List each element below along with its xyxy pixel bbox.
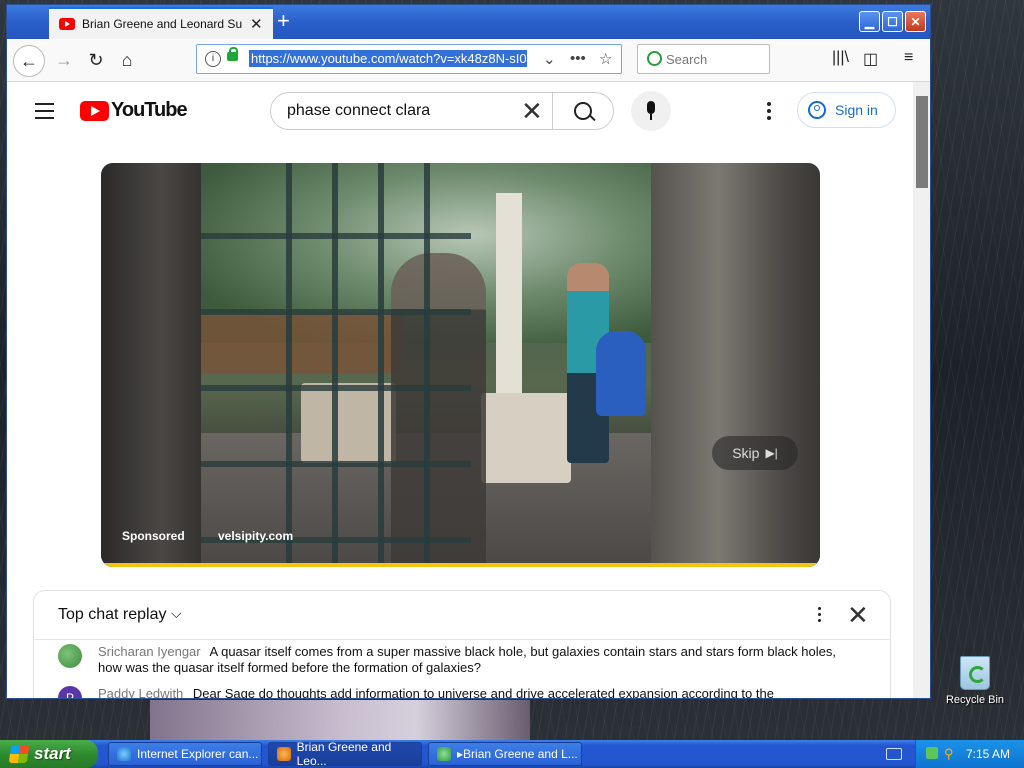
sponsored-label: Sponsored bbox=[122, 529, 185, 543]
new-tab-button[interactable]: + bbox=[277, 10, 290, 32]
tab-title: Brian Greene and Leonard Susskind bbox=[82, 17, 242, 31]
video-scene-curtain bbox=[101, 163, 201, 567]
start-label: start bbox=[34, 744, 71, 763]
guide-menu-icon[interactable] bbox=[35, 103, 54, 124]
close-window-button[interactable]: ✕ bbox=[905, 11, 926, 32]
chat-text: Dear Sage do thoughts add information to… bbox=[192, 686, 774, 698]
menu-icon[interactable]: ≡ bbox=[904, 49, 913, 67]
youtube-favicon-icon bbox=[59, 18, 75, 30]
avatar[interactable]: P bbox=[58, 686, 82, 698]
youtube-search-bar[interactable]: phase connect clara ✕ bbox=[270, 92, 614, 130]
bookmark-star-icon[interactable]: ☆ bbox=[599, 50, 612, 68]
start-button[interactable]: start bbox=[0, 740, 98, 768]
account-icon bbox=[808, 101, 826, 119]
video-scene-chair bbox=[481, 393, 571, 483]
video-scene-curtain bbox=[651, 163, 820, 567]
search-tray-icon[interactable]: ⚲ bbox=[944, 746, 954, 762]
windows-logo-icon bbox=[8, 745, 30, 763]
system-tray: ⚲ 7:15 AM bbox=[915, 740, 1024, 768]
chat-header: Top chat replay ⌵ ✕ bbox=[34, 591, 890, 640]
youtube-play-icon bbox=[80, 100, 109, 121]
avatar[interactable] bbox=[58, 644, 82, 668]
firefox-icon bbox=[277, 747, 291, 761]
video-progress-bar[interactable] bbox=[101, 563, 820, 567]
youtube-page: YouTube phase connect clara ✕ Sign in Sk… bbox=[7, 82, 913, 698]
home-button[interactable]: ⌂ bbox=[112, 45, 142, 75]
chat-author[interactable]: Paddy Ledwith bbox=[98, 686, 183, 698]
page-actions-icon[interactable]: ••• bbox=[570, 50, 586, 67]
maximize-button[interactable]: ☐ bbox=[882, 11, 903, 32]
chat-author[interactable]: Sricharan Iyengar bbox=[98, 644, 201, 659]
library-icon[interactable]: |||\ bbox=[832, 49, 849, 67]
search-placeholder: Search bbox=[666, 52, 708, 67]
video-scene-door-frame bbox=[201, 163, 471, 567]
search-icon bbox=[647, 51, 662, 66]
voice-search-icon[interactable] bbox=[631, 91, 671, 131]
taskbar-item[interactable]: ▸Brian Greene and L... bbox=[428, 742, 582, 766]
skip-label: Skip bbox=[732, 445, 760, 461]
lock-icon bbox=[227, 47, 238, 61]
video-scene-grill bbox=[596, 331, 646, 416]
skip-icon: ▶| bbox=[765, 446, 778, 460]
taskbar-item-label: Internet Explorer can... bbox=[137, 747, 259, 761]
browser-search-box[interactable]: Search bbox=[637, 44, 770, 74]
search-button-icon[interactable] bbox=[574, 102, 592, 120]
scrollbar-thumb[interactable] bbox=[916, 96, 928, 188]
clock[interactable]: 7:15 AM bbox=[966, 747, 1010, 761]
minimize-button[interactable]: ▁ bbox=[859, 11, 880, 32]
keyboard-icon[interactable] bbox=[886, 748, 902, 760]
address-bar[interactable]: i https://www.youtube.com/watch?v=xk48z8… bbox=[196, 44, 622, 74]
ad-url-link[interactable]: velsipity.com bbox=[218, 529, 293, 543]
reload-button[interactable]: ↻ bbox=[81, 45, 111, 75]
skip-ad-button[interactable]: Skip ▶| bbox=[712, 436, 798, 470]
back-button[interactable]: ← bbox=[13, 45, 45, 77]
chevron-down-icon[interactable]: ⌵ bbox=[171, 605, 182, 622]
site-info-icon[interactable]: i bbox=[205, 51, 221, 67]
youtube-wordmark: YouTube bbox=[111, 99, 188, 121]
tab-close-icon[interactable]: ✕ bbox=[250, 15, 263, 33]
sidebar-icon[interactable]: ◫ bbox=[863, 49, 878, 69]
sign-in-button[interactable]: Sign in bbox=[797, 92, 896, 128]
window-controls: ▁ ☐ ✕ bbox=[859, 11, 926, 32]
recycle-bin-icon bbox=[960, 656, 990, 690]
chat-message: Sricharan Iyengar A quasar itself comes … bbox=[58, 644, 838, 676]
chat-title[interactable]: Top chat replay bbox=[58, 606, 167, 624]
chat-close-icon[interactable]: ✕ bbox=[847, 600, 869, 631]
title-bar: Brian Greene and Leonard Susskind ✕ + ▁ … bbox=[7, 5, 930, 39]
settings-more-icon[interactable] bbox=[767, 102, 771, 123]
sign-in-label: Sign in bbox=[835, 102, 878, 118]
clear-search-icon[interactable]: ✕ bbox=[521, 96, 543, 127]
app-icon bbox=[437, 747, 451, 761]
chevron-down-icon[interactable]: ⌄ bbox=[543, 50, 556, 68]
taskbar-item[interactable]: Brian Greene and Leo... bbox=[268, 740, 422, 768]
youtube-logo[interactable]: YouTube bbox=[80, 99, 188, 122]
chat-more-icon[interactable] bbox=[818, 607, 822, 625]
page-scrollbar[interactable] bbox=[913, 82, 930, 698]
navigation-toolbar: ← → ↻ ⌂ i https://www.youtube.com/watch?… bbox=[7, 39, 930, 82]
url-text[interactable]: https://www.youtube.com/watch?v=xk48z8N-… bbox=[249, 50, 527, 67]
forward-button[interactable]: → bbox=[49, 45, 79, 75]
taskbar-item-label: ▸Brian Greene and L... bbox=[457, 747, 578, 761]
recycle-bin[interactable]: Recycle Bin bbox=[944, 656, 1006, 706]
taskbar: start Internet Explorer can... Brian Gre… bbox=[0, 740, 1024, 768]
browser-tab[interactable]: Brian Greene and Leonard Susskind ✕ bbox=[49, 7, 273, 39]
browser-window: Brian Greene and Leonard Susskind ✕ + ▁ … bbox=[6, 4, 931, 699]
chat-message: P Paddy Ledwith Dear Sage do thoughts ad… bbox=[58, 686, 838, 698]
search-divider bbox=[552, 93, 553, 129]
recycle-bin-label: Recycle Bin bbox=[945, 694, 1005, 706]
video-scene-pillar bbox=[496, 193, 522, 423]
video-player[interactable]: Skip ▶| Sponsored velsipity.com bbox=[101, 163, 820, 567]
taskbar-item[interactable]: Internet Explorer can... bbox=[108, 742, 262, 766]
chat-text: A quasar itself comes from a super massi… bbox=[98, 644, 836, 675]
taskbar-item-label: Brian Greene and Leo... bbox=[296, 740, 392, 768]
network-icon[interactable] bbox=[926, 747, 938, 759]
internet-explorer-icon bbox=[117, 747, 131, 761]
chat-panel: Top chat replay ⌵ ✕ Sricharan Iyengar A … bbox=[33, 590, 891, 698]
desktop-wallpaper-peek bbox=[150, 700, 530, 740]
search-input[interactable]: phase connect clara bbox=[287, 102, 430, 120]
